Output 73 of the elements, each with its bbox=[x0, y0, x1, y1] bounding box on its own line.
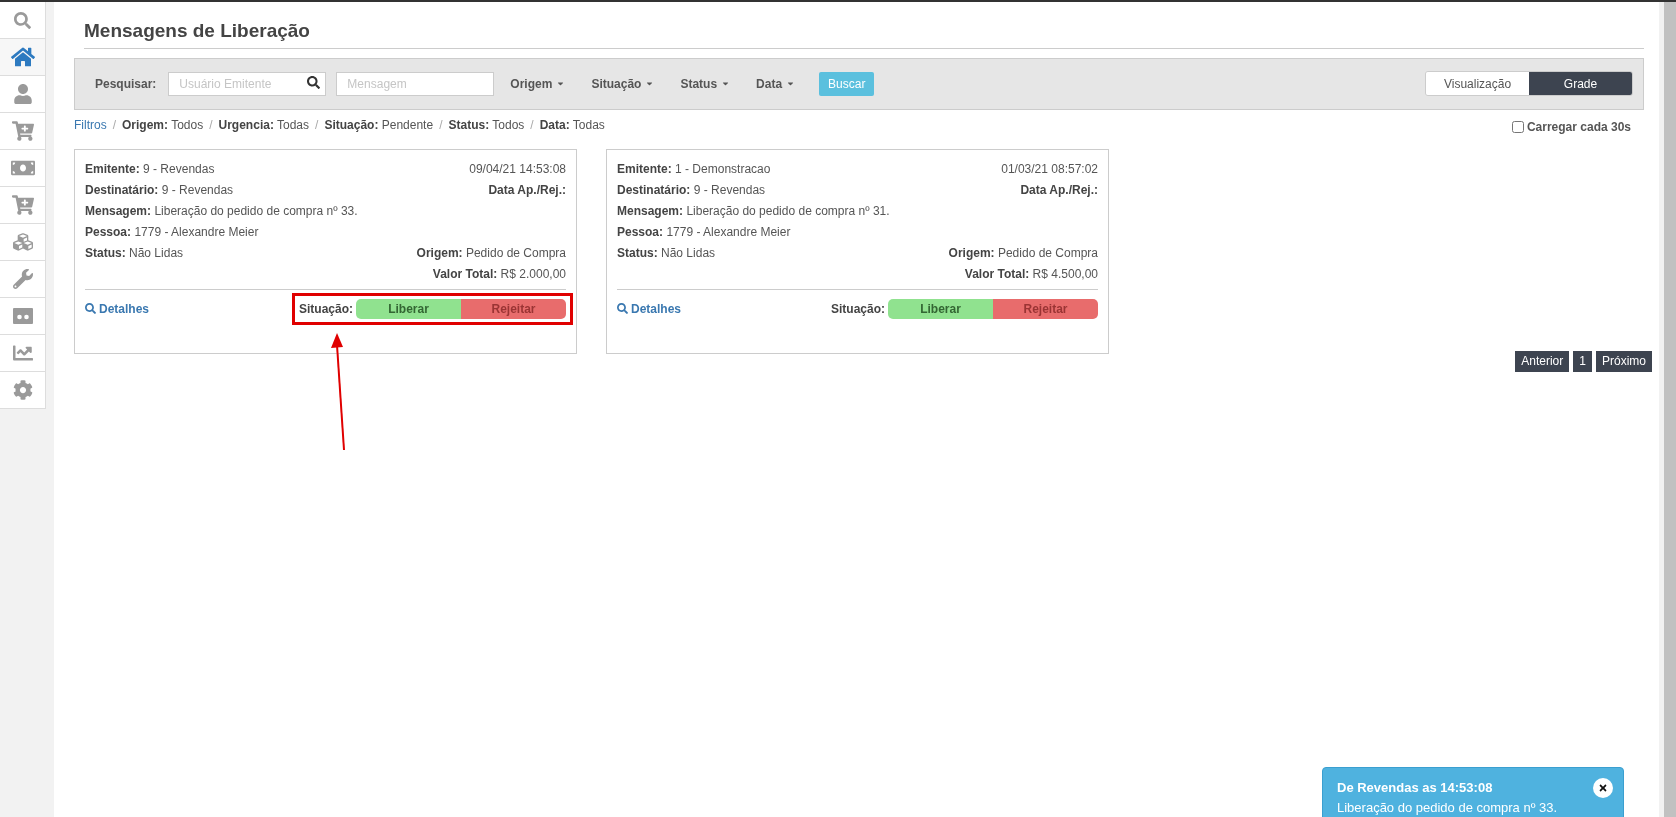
filter-crumb: Status: Todos bbox=[448, 117, 525, 134]
caret-icon bbox=[721, 79, 731, 88]
details-link[interactable]: Detalhes bbox=[85, 299, 150, 318]
wrench-icon bbox=[12, 269, 33, 289]
sender-text: Emitente: 1 - Demonstracao bbox=[617, 160, 771, 175]
home-icon bbox=[10, 46, 35, 68]
breadcrumb-separator: / bbox=[209, 117, 213, 134]
total-value-text: Valor Total: R$ 4.500,00 bbox=[964, 265, 1098, 280]
status-text: Status: Não Lidas bbox=[85, 244, 184, 259]
view-tab[interactable]: Visualização bbox=[1426, 72, 1529, 95]
origin-text: Origem: Pedido de Compra bbox=[416, 244, 566, 259]
banknote-icon bbox=[10, 158, 35, 178]
auto-reload-label: Carregar cada 30s bbox=[1526, 119, 1631, 136]
view-tab[interactable]: Grade bbox=[1529, 72, 1632, 95]
person-text: Pessoa: 1779 - Alexandre Meier bbox=[617, 223, 791, 238]
filter-dropdown[interactable]: Status bbox=[680, 74, 731, 93]
breadcrumb-separator: / bbox=[439, 117, 443, 134]
cassette-icon bbox=[12, 308, 33, 324]
search-icon bbox=[617, 303, 628, 314]
toast-title: De Revendas as 14:53:08 bbox=[1337, 779, 1494, 797]
caret-icon bbox=[556, 79, 566, 88]
breadcrumb-separator: / bbox=[112, 117, 116, 134]
message-date: 01/03/21 08:57:02 bbox=[1001, 160, 1098, 175]
situation-label: Situação: bbox=[299, 300, 353, 318]
cart-plus-icon bbox=[11, 121, 34, 141]
approval-date-label: Data Ap./Rej.: bbox=[488, 181, 566, 196]
search-label: Pesquisar: bbox=[95, 75, 157, 93]
details-link[interactable]: Detalhes bbox=[617, 299, 682, 318]
approval-date-label: Data Ap./Rej.: bbox=[1020, 181, 1098, 196]
search-icon bbox=[307, 76, 321, 89]
pagination-button[interactable]: 1 bbox=[1573, 350, 1592, 372]
caret-icon bbox=[645, 79, 655, 88]
message-field[interactable]: Mensagem bbox=[336, 72, 495, 96]
person-text: Pessoa: 1779 - Alexandre Meier bbox=[85, 223, 259, 238]
filter-crumb: Origem: Todos bbox=[122, 117, 204, 134]
sidebar-item[interactable] bbox=[0, 39, 45, 76]
message-text: Mensagem: Liberação do pedido de compra nº 33. bbox=[85, 202, 358, 217]
pagination-button[interactable]: Anterior bbox=[1515, 350, 1570, 372]
checkbox[interactable] bbox=[1511, 121, 1524, 133]
filter-dropdown[interactable]: Situação bbox=[591, 74, 655, 93]
breadcrumb-separator: / bbox=[315, 117, 319, 134]
caret-icon bbox=[786, 79, 796, 88]
user-icon bbox=[12, 84, 33, 104]
search-icon bbox=[14, 11, 31, 29]
message-date: 09/04/21 14:53:08 bbox=[469, 160, 566, 175]
close-icon bbox=[1598, 783, 1608, 793]
filter-dropdown[interactable]: Data bbox=[756, 74, 796, 93]
sender-text: Emitente: 9 - Revendas bbox=[85, 160, 215, 175]
search-icon bbox=[85, 303, 96, 314]
situation-label: Situação: bbox=[831, 300, 885, 318]
origin-text: Origem: Pedido de Compra bbox=[948, 244, 1098, 259]
filter-dropdown[interactable]: Origem bbox=[510, 74, 566, 93]
toast-message: Liberação do pedido de compra nº 33. bbox=[1337, 798, 1559, 817]
approve-button[interactable]: Liberar bbox=[888, 298, 993, 319]
cart-plus-icon bbox=[11, 195, 34, 215]
line-chart-icon bbox=[12, 343, 33, 363]
total-value-text: Valor Total: R$ 2.000,00 bbox=[432, 265, 566, 280]
message-text: Mensagem: Liberação do pedido de compra nº 31. bbox=[617, 202, 890, 217]
recipient-text: Destinatário: 9 - Revendas bbox=[617, 181, 766, 196]
close-button[interactable] bbox=[1593, 778, 1613, 798]
page-title: Mensagens de Liberação bbox=[84, 17, 1644, 49]
breadcrumb-separator: / bbox=[530, 117, 534, 134]
filter-crumb: Data: Todas bbox=[539, 117, 605, 134]
approve-button[interactable]: Liberar bbox=[356, 298, 461, 319]
cubes-icon bbox=[12, 232, 33, 252]
filters-link[interactable]: Filtros bbox=[74, 116, 107, 134]
pagination-button[interactable]: Próximo bbox=[1596, 350, 1652, 372]
gear-icon bbox=[12, 380, 33, 400]
search-field[interactable]: Usuário Emitente bbox=[168, 72, 327, 96]
filter-crumb: Urgencia: Todas bbox=[218, 117, 310, 134]
filter-crumb: Situação: Pendente bbox=[324, 117, 434, 134]
recipient-text: Destinatário: 9 - Revendas bbox=[85, 181, 234, 196]
status-text: Status: Não Lidas bbox=[617, 244, 716, 259]
